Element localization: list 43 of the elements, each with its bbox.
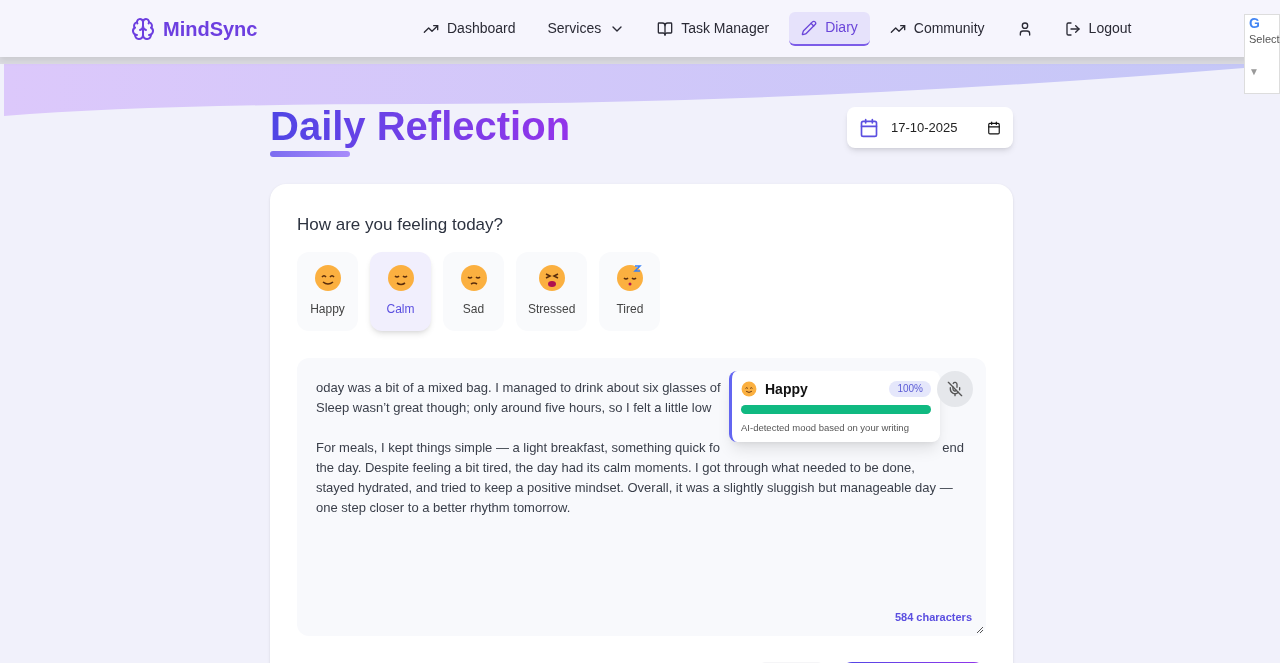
happy-face-icon [313,264,342,292]
mood-option[interactable]: Happy [297,251,358,331]
mood-question: How are you feeling today? [297,214,505,236]
diary-text-area[interactable] [297,357,986,636]
confidence-badge: 100% [889,380,931,397]
mood-option[interactable]: Stressed [516,251,588,331]
calm-face-icon [386,264,415,292]
nav-link[interactable]: Diary [789,11,870,46]
brand-name: MindSync [163,16,258,42]
entry-text-line: Sleep wasn’t great though; only around five hours, so I felt a little low [316,398,712,417]
entry-text-line: oday was a bit of a mixed bag. I managed to drink about six glasses of [316,378,721,397]
mood-caption: AI-detected mood based on your writing [741,420,910,435]
resize-handle-icon [976,625,984,634]
entry-text-line: For meals, I kept things simple — a light breakfast, something quick fo [316,438,720,457]
pencil-icon [801,19,818,36]
character-count: 584 characters [894,609,972,625]
entry-text-line: one step closer to a better rhythm tomorrow. [316,498,571,517]
calendar-icon [987,120,1001,135]
entry-text-line: the day. Despite feeling a bit tired, the day had its calm moments. I got through what needed to be done, [316,458,915,477]
nav-link[interactable]: Services [535,11,638,46]
happy-face-icon [741,380,757,397]
mood-option[interactable]: Calm [370,251,431,331]
calendar-icon [859,117,879,138]
nav-link[interactable]: Task Manager [645,11,782,46]
date-field[interactable]: 17-10-2025 [847,107,1013,148]
logout-icon [1064,20,1081,37]
mood-option[interactable]: Tired [599,251,661,331]
microphone-muted-icon [947,380,963,397]
microphone-button[interactable] [937,370,973,407]
entry-text-line: end [942,438,964,457]
brain-icon [131,16,155,41]
mood-label: Happy [765,379,809,399]
language-selector[interactable]: G Select ▼ [1244,14,1280,94]
entry-text-line: stayed hydrated, and tried to keep a positive mindset. Overall, it was a slightly sluggish but manageable day — [316,478,953,497]
tired-face-icon [615,264,644,292]
book-icon [657,20,674,37]
nav-link[interactable]: Community [877,11,997,46]
nav-link[interactable]: Dashboard [411,11,528,46]
mood-option[interactable]: Sad [443,251,504,331]
stressed-face-icon [537,264,566,292]
google-logo: G [1249,15,1260,31]
sad-face-icon [459,264,488,292]
nav-link[interactable]: Logout [1052,11,1144,46]
